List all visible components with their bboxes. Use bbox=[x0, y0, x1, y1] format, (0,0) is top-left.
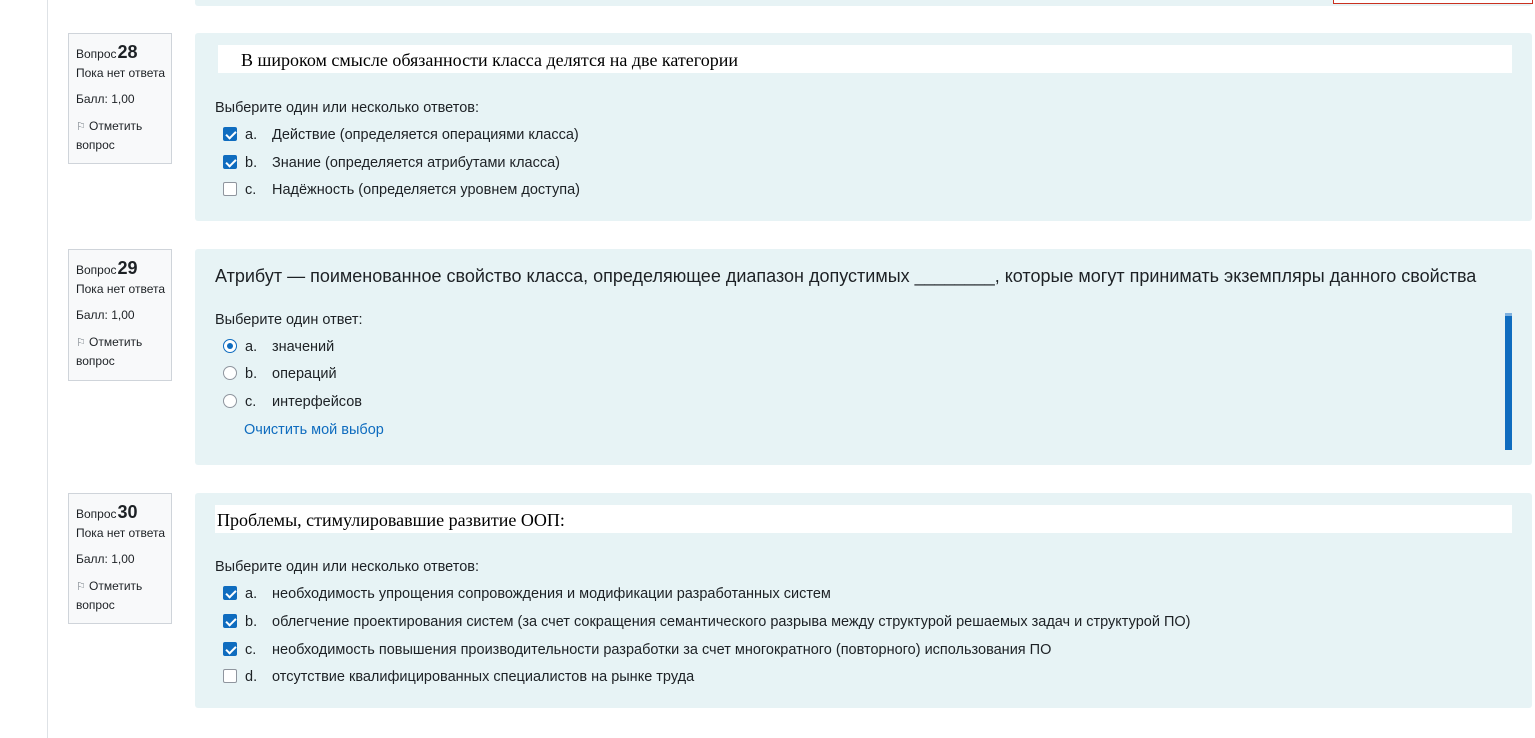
answer-checkbox-d[interactable] bbox=[223, 669, 237, 683]
question-text: Атрибут — поименованное свойство класса,… bbox=[215, 266, 1477, 286]
answer-checkbox-b[interactable] bbox=[223, 155, 237, 169]
answer-radio-b[interactable] bbox=[223, 366, 237, 380]
answer-prompt: Выберите один или несколько ответов: bbox=[215, 559, 480, 575]
answer-checkbox-c[interactable] bbox=[223, 642, 237, 656]
question-number: Вопрос30 bbox=[76, 502, 138, 522]
question-grade: Балл: 1,00 bbox=[76, 552, 135, 566]
answer-radio-c[interactable] bbox=[223, 394, 237, 408]
left-divider bbox=[47, 0, 48, 738]
flag-question-link[interactable]: ⚐ Отметить вопрос bbox=[76, 117, 171, 154]
question-content-28: В широком смысле обязанности класса деля… bbox=[195, 33, 1532, 221]
previous-question-feedback-edge bbox=[1333, 0, 1533, 4]
question-text: Проблемы, стимулировавшие развитие ООП: bbox=[215, 505, 1512, 533]
answer-checkbox-a[interactable] bbox=[223, 127, 237, 141]
question-content-29: Атрибут — поименованное свойство класса,… bbox=[195, 249, 1532, 465]
previous-question-panel-edge bbox=[195, 0, 1532, 6]
answer-checkbox-c[interactable] bbox=[223, 182, 237, 196]
question-info-30: Вопрос30 Пока нет ответа Балл: 1,00 ⚐ Отм… bbox=[68, 493, 172, 624]
answer-radio-a[interactable] bbox=[223, 339, 237, 353]
flag-question-link[interactable]: ⚐ Отметить вопрос bbox=[76, 333, 171, 370]
question-info-28: Вопрос28 Пока нет ответа Балл: 1,00 ⚐ Отм… bbox=[68, 33, 172, 164]
scroll-indicator[interactable] bbox=[1505, 313, 1512, 450]
answer-prompt: Выберите один или несколько ответов: bbox=[215, 100, 480, 116]
question-grade: Балл: 1,00 bbox=[76, 308, 135, 322]
answer-checkbox-b[interactable] bbox=[223, 614, 237, 628]
answer-prompt: Выберите один ответ: bbox=[215, 312, 363, 328]
question-info-29: Вопрос29 Пока нет ответа Балл: 1,00 ⚐ Отм… bbox=[68, 249, 172, 381]
question-state: Пока нет ответа bbox=[76, 282, 166, 296]
answer-checkbox-a[interactable] bbox=[223, 586, 237, 600]
question-state: Пока нет ответа bbox=[76, 66, 166, 80]
question-state: Пока нет ответа bbox=[76, 526, 166, 540]
flag-icon: ⚐ bbox=[76, 121, 86, 133]
question-number: Вопрос28 bbox=[76, 42, 138, 62]
flag-icon: ⚐ bbox=[76, 337, 86, 349]
clear-choice-link[interactable]: Очистить мой выбор bbox=[244, 422, 384, 438]
flag-question-link[interactable]: ⚐ Отметить вопрос bbox=[76, 577, 171, 614]
question-text: В широком смысле обязанности класса деля… bbox=[218, 45, 1512, 73]
question-number: Вопрос29 bbox=[76, 258, 138, 278]
question-grade: Балл: 1,00 bbox=[76, 92, 135, 106]
flag-icon: ⚐ bbox=[76, 581, 86, 593]
question-content-30: Проблемы, стимулировавшие развитие ООП: … bbox=[195, 493, 1532, 708]
